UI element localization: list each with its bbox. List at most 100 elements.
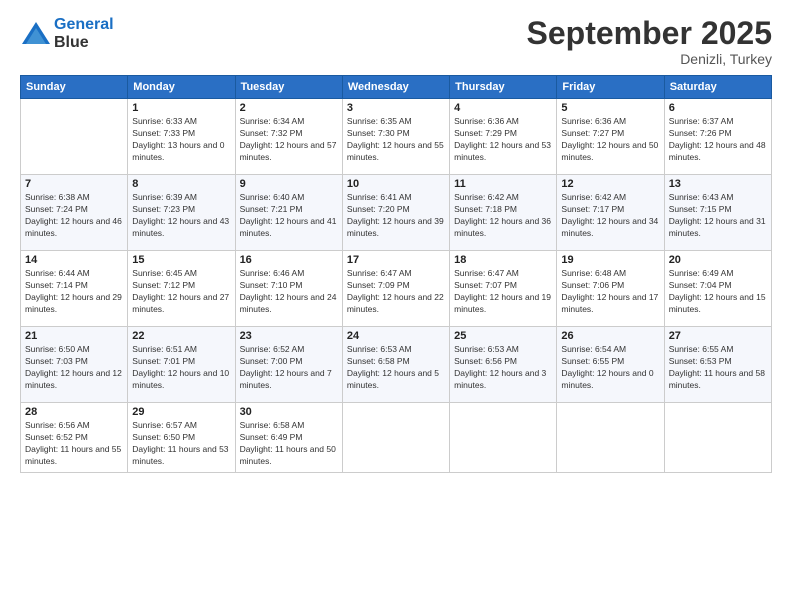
table-row: 19 Sunrise: 6:48 AMSunset: 7:06 PMDaylig…	[557, 251, 664, 327]
table-row: 13 Sunrise: 6:43 AMSunset: 7:15 PMDaylig…	[664, 175, 771, 251]
day-info: Sunrise: 6:47 AMSunset: 7:07 PMDaylight:…	[454, 268, 552, 316]
table-row: 29 Sunrise: 6:57 AMSunset: 6:50 PMDaylig…	[128, 403, 235, 473]
table-row: 14 Sunrise: 6:44 AMSunset: 7:14 PMDaylig…	[21, 251, 128, 327]
day-info: Sunrise: 6:42 AMSunset: 7:17 PMDaylight:…	[561, 192, 659, 240]
table-row: 4 Sunrise: 6:36 AMSunset: 7:29 PMDayligh…	[450, 99, 557, 175]
day-info: Sunrise: 6:46 AMSunset: 7:10 PMDaylight:…	[240, 268, 338, 316]
logo-blue: Blue	[54, 34, 89, 51]
day-number: 15	[132, 254, 230, 266]
day-number: 5	[561, 102, 659, 114]
table-row: 9 Sunrise: 6:40 AMSunset: 7:21 PMDayligh…	[235, 175, 342, 251]
table-row: 25 Sunrise: 6:53 AMSunset: 6:56 PMDaylig…	[450, 327, 557, 403]
table-row: 12 Sunrise: 6:42 AMSunset: 7:17 PMDaylig…	[557, 175, 664, 251]
day-number: 26	[561, 330, 659, 342]
location: Denizli, Turkey	[527, 51, 772, 67]
day-info: Sunrise: 6:51 AMSunset: 7:01 PMDaylight:…	[132, 344, 230, 392]
day-number: 22	[132, 330, 230, 342]
day-info: Sunrise: 6:36 AMSunset: 7:27 PMDaylight:…	[561, 116, 659, 164]
day-info: Sunrise: 6:45 AMSunset: 7:12 PMDaylight:…	[132, 268, 230, 316]
logo-icon	[20, 20, 52, 48]
table-row: 7 Sunrise: 6:38 AMSunset: 7:24 PMDayligh…	[21, 175, 128, 251]
day-info: Sunrise: 6:56 AMSunset: 6:52 PMDaylight:…	[25, 420, 123, 468]
table-row: 6 Sunrise: 6:37 AMSunset: 7:26 PMDayligh…	[664, 99, 771, 175]
table-row: 22 Sunrise: 6:51 AMSunset: 7:01 PMDaylig…	[128, 327, 235, 403]
day-number: 12	[561, 178, 659, 190]
table-row: 11 Sunrise: 6:42 AMSunset: 7:18 PMDaylig…	[450, 175, 557, 251]
day-info: Sunrise: 6:47 AMSunset: 7:09 PMDaylight:…	[347, 268, 445, 316]
table-row: 27 Sunrise: 6:55 AMSunset: 6:53 PMDaylig…	[664, 327, 771, 403]
day-info: Sunrise: 6:40 AMSunset: 7:21 PMDaylight:…	[240, 192, 338, 240]
day-info: Sunrise: 6:42 AMSunset: 7:18 PMDaylight:…	[454, 192, 552, 240]
table-row: 28 Sunrise: 6:56 AMSunset: 6:52 PMDaylig…	[21, 403, 128, 473]
day-number: 7	[25, 178, 123, 190]
day-info: Sunrise: 6:50 AMSunset: 7:03 PMDaylight:…	[25, 344, 123, 392]
table-row: 1 Sunrise: 6:33 AMSunset: 7:33 PMDayligh…	[128, 99, 235, 175]
day-number: 16	[240, 254, 338, 266]
day-number: 9	[240, 178, 338, 190]
day-number: 29	[132, 406, 230, 418]
table-row	[342, 403, 449, 473]
calendar-table: Sunday Monday Tuesday Wednesday Thursday…	[20, 75, 772, 473]
day-info: Sunrise: 6:33 AMSunset: 7:33 PMDaylight:…	[132, 116, 230, 164]
day-info: Sunrise: 6:57 AMSunset: 6:50 PMDaylight:…	[132, 420, 230, 468]
logo-general: General	[54, 16, 114, 33]
day-info: Sunrise: 6:53 AMSunset: 6:56 PMDaylight:…	[454, 344, 552, 392]
table-row: 18 Sunrise: 6:47 AMSunset: 7:07 PMDaylig…	[450, 251, 557, 327]
day-number: 21	[25, 330, 123, 342]
col-wednesday: Wednesday	[342, 76, 449, 99]
col-tuesday: Tuesday	[235, 76, 342, 99]
day-number: 24	[347, 330, 445, 342]
table-row: 26 Sunrise: 6:54 AMSunset: 6:55 PMDaylig…	[557, 327, 664, 403]
table-row: 24 Sunrise: 6:53 AMSunset: 6:58 PMDaylig…	[342, 327, 449, 403]
day-number: 30	[240, 406, 338, 418]
table-row: 8 Sunrise: 6:39 AMSunset: 7:23 PMDayligh…	[128, 175, 235, 251]
day-info: Sunrise: 6:43 AMSunset: 7:15 PMDaylight:…	[669, 192, 767, 240]
day-number: 18	[454, 254, 552, 266]
day-number: 4	[454, 102, 552, 114]
day-number: 25	[454, 330, 552, 342]
table-row: 16 Sunrise: 6:46 AMSunset: 7:10 PMDaylig…	[235, 251, 342, 327]
day-number: 6	[669, 102, 767, 114]
day-info: Sunrise: 6:39 AMSunset: 7:23 PMDaylight:…	[132, 192, 230, 240]
page: General Blue September 2025 Denizli, Tur…	[0, 0, 792, 612]
table-row: 20 Sunrise: 6:49 AMSunset: 7:04 PMDaylig…	[664, 251, 771, 327]
table-row	[450, 403, 557, 473]
day-info: Sunrise: 6:34 AMSunset: 7:32 PMDaylight:…	[240, 116, 338, 164]
table-row: 5 Sunrise: 6:36 AMSunset: 7:27 PMDayligh…	[557, 99, 664, 175]
day-number: 27	[669, 330, 767, 342]
day-number: 19	[561, 254, 659, 266]
day-number: 17	[347, 254, 445, 266]
day-info: Sunrise: 6:52 AMSunset: 7:00 PMDaylight:…	[240, 344, 338, 392]
day-info: Sunrise: 6:48 AMSunset: 7:06 PMDaylight:…	[561, 268, 659, 316]
col-saturday: Saturday	[664, 76, 771, 99]
table-row: 30 Sunrise: 6:58 AMSunset: 6:49 PMDaylig…	[235, 403, 342, 473]
logo: General Blue	[20, 16, 114, 53]
day-info: Sunrise: 6:35 AMSunset: 7:30 PMDaylight:…	[347, 116, 445, 164]
col-thursday: Thursday	[450, 76, 557, 99]
table-row: 21 Sunrise: 6:50 AMSunset: 7:03 PMDaylig…	[21, 327, 128, 403]
day-number: 10	[347, 178, 445, 190]
day-info: Sunrise: 6:41 AMSunset: 7:20 PMDaylight:…	[347, 192, 445, 240]
day-number: 14	[25, 254, 123, 266]
header: General Blue September 2025 Denizli, Tur…	[20, 16, 772, 67]
day-info: Sunrise: 6:37 AMSunset: 7:26 PMDaylight:…	[669, 116, 767, 164]
day-info: Sunrise: 6:38 AMSunset: 7:24 PMDaylight:…	[25, 192, 123, 240]
day-number: 1	[132, 102, 230, 114]
col-monday: Monday	[128, 76, 235, 99]
table-row	[664, 403, 771, 473]
table-row: 15 Sunrise: 6:45 AMSunset: 7:12 PMDaylig…	[128, 251, 235, 327]
day-number: 8	[132, 178, 230, 190]
day-info: Sunrise: 6:54 AMSunset: 6:55 PMDaylight:…	[561, 344, 659, 392]
month-title: September 2025	[527, 16, 772, 51]
day-number: 28	[25, 406, 123, 418]
table-row: 10 Sunrise: 6:41 AMSunset: 7:20 PMDaylig…	[342, 175, 449, 251]
day-info: Sunrise: 6:58 AMSunset: 6:49 PMDaylight:…	[240, 420, 338, 468]
table-row: 23 Sunrise: 6:52 AMSunset: 7:00 PMDaylig…	[235, 327, 342, 403]
day-info: Sunrise: 6:55 AMSunset: 6:53 PMDaylight:…	[669, 344, 767, 392]
day-number: 11	[454, 178, 552, 190]
col-friday: Friday	[557, 76, 664, 99]
table-row	[21, 99, 128, 175]
day-number: 13	[669, 178, 767, 190]
day-info: Sunrise: 6:36 AMSunset: 7:29 PMDaylight:…	[454, 116, 552, 164]
day-number: 2	[240, 102, 338, 114]
